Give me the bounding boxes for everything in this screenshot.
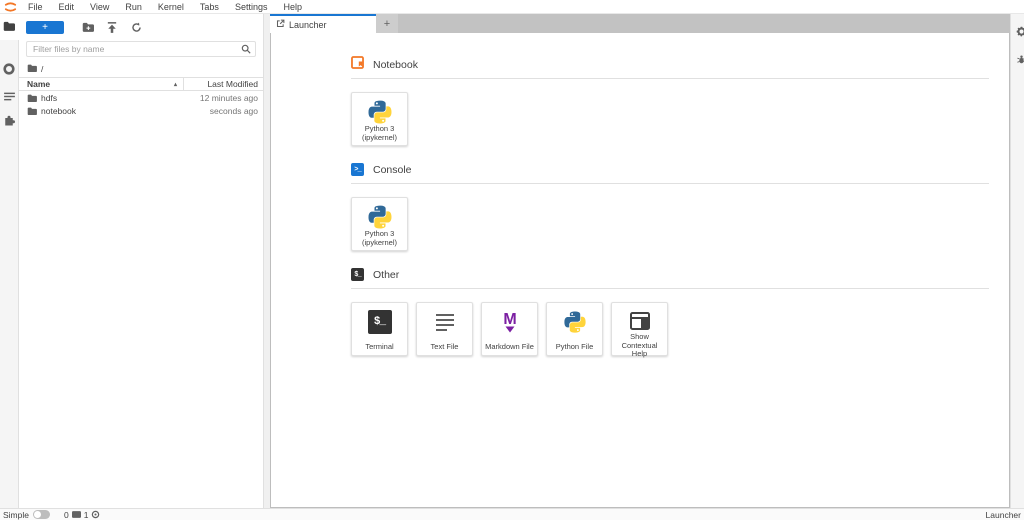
menu-item-view[interactable]: View [82, 0, 117, 14]
launcher-tab-icon [276, 19, 285, 30]
column-header-name[interactable]: Name ▴ [19, 79, 183, 89]
tab-label: Launcher [289, 20, 327, 30]
new-folder-icon[interactable] [76, 22, 100, 32]
file-list-header: Name ▴ Last Modified [19, 77, 263, 91]
home-folder-icon [27, 64, 37, 74]
jupyterlab-window: File Edit View Run Kernel Tabs Settings … [0, 0, 1024, 520]
search-icon [241, 44, 251, 56]
menu-bar: File Edit View Run Kernel Tabs Settings … [0, 0, 1024, 14]
simple-mode-label: Simple [3, 510, 29, 520]
section-divider [351, 183, 989, 184]
right-activity-bar [1010, 14, 1024, 508]
new-launcher-button[interactable]: + [26, 21, 64, 34]
sidebar-tab-file-browser[interactable] [0, 14, 19, 40]
launcher-card-markdown-file[interactable]: M Markdown File [481, 302, 538, 356]
launcher-card-terminal[interactable]: $_ Terminal [351, 302, 408, 356]
sort-ascending-icon: ▴ [174, 81, 177, 88]
launcher-body: Notebook Python 3 (ipykernel) [270, 33, 1010, 508]
section-divider [351, 288, 989, 289]
file-browser-panel: + / [19, 14, 264, 508]
menu-item-tabs[interactable]: Tabs [192, 0, 227, 14]
section-title-notebook: Notebook [373, 59, 418, 71]
file-name: notebook [41, 106, 76, 116]
python-logo-icon [563, 309, 587, 335]
file-browser-toolbar: + [19, 14, 263, 40]
section-divider [351, 78, 989, 79]
table-of-contents-icon [4, 88, 15, 106]
launcher-section-console: >_ Console Python 3 (ipyke [351, 162, 989, 251]
launcher-card-text-file[interactable]: Text File [416, 302, 473, 356]
menu-item-run[interactable]: Run [117, 0, 150, 14]
left-activity-bar [0, 14, 19, 508]
launcher-card-show-contextual-help[interactable]: Show Contextual Help [611, 302, 668, 356]
breadcrumb-root: / [41, 64, 43, 74]
card-label: Text File [431, 343, 459, 352]
markdown-icon: M [498, 309, 522, 335]
terminal-mini-icon [72, 511, 81, 518]
launcher-card-console-python3[interactable]: Python 3 (ipykernel) [351, 197, 408, 251]
card-label: Python File [556, 343, 594, 352]
console-icon: >_ [351, 163, 364, 176]
property-inspector-gear-icon[interactable] [1016, 24, 1024, 42]
upload-icon[interactable] [100, 22, 124, 33]
card-label: Markdown File [485, 343, 534, 352]
launcher-section-notebook: Notebook Python 3 (ipykernel) [351, 57, 989, 146]
folder-icon [27, 94, 37, 102]
menu-item-edit[interactable]: Edit [51, 0, 83, 14]
sidebar-tab-table-of-contents[interactable] [0, 84, 19, 110]
section-title-other: Other [373, 269, 399, 281]
sidebar-tab-extension-manager[interactable] [0, 110, 19, 136]
menu-item-settings[interactable]: Settings [227, 0, 276, 14]
running-sessions-icon [3, 62, 15, 80]
main-area: + / [0, 14, 1024, 508]
menu-item-help[interactable]: Help [275, 0, 310, 14]
folder-icon [3, 18, 15, 36]
terminal-count: 0 [64, 510, 69, 520]
contextual-help-icon [628, 309, 652, 333]
folder-icon [27, 107, 37, 115]
card-label: Terminal [365, 343, 393, 352]
card-label: Python 3 (ipykernel) [362, 125, 397, 142]
menu-item-kernel[interactable]: Kernel [150, 0, 192, 14]
dock-panel: Launcher + Notebook [270, 14, 1010, 508]
card-label: Show Contextual Help [614, 333, 665, 359]
terminal-icon: $_ [351, 268, 364, 281]
filter-files-input[interactable] [26, 41, 256, 57]
breadcrumb[interactable]: / [19, 61, 263, 77]
column-header-last-modified[interactable]: Last Modified [183, 78, 263, 91]
python-logo-icon [367, 204, 393, 230]
refresh-icon[interactable] [124, 22, 148, 33]
debugger-bug-icon[interactable] [1016, 52, 1024, 70]
jupyter-logo-icon [0, 1, 20, 13]
kernel-circle-icon [91, 510, 100, 519]
session-counts[interactable]: 0 1 [64, 510, 100, 520]
toggle-knob [34, 511, 41, 518]
svg-text:M: M [503, 311, 516, 328]
kernel-count: 1 [84, 510, 89, 520]
text-file-icon [433, 309, 457, 335]
launcher-card-notebook-python3[interactable]: Python 3 (ipykernel) [351, 92, 408, 146]
file-row-notebook[interactable]: notebook seconds ago [19, 104, 263, 117]
file-row-hdfs[interactable]: hdfs 12 minutes ago [19, 91, 263, 104]
current-activity-label: Launcher [986, 510, 1021, 520]
sidebar-tab-running-sessions[interactable] [0, 58, 19, 84]
menu-item-file[interactable]: File [20, 0, 51, 14]
tab-launcher[interactable]: Launcher [270, 14, 376, 33]
terminal-icon: $_ [368, 310, 392, 334]
launcher-card-python-file[interactable]: Python File [546, 302, 603, 356]
file-modified: 12 minutes ago [179, 93, 263, 103]
simple-mode-toggle[interactable] [33, 510, 50, 519]
tab-bar: Launcher + [270, 14, 1010, 33]
card-label: Python 3 (ipykernel) [362, 230, 397, 247]
python-logo-icon [367, 99, 393, 125]
notebook-icon [351, 56, 364, 74]
section-title-console: Console [373, 164, 412, 176]
launcher-section-other: $_ Other $_ Terminal [351, 267, 989, 356]
file-name: hdfs [41, 93, 57, 103]
status-bar: Simple 0 1 Launcher [0, 508, 1024, 520]
filter-files-wrap [26, 41, 256, 57]
puzzle-extension-icon [3, 114, 15, 132]
new-tab-button[interactable]: + [376, 14, 398, 33]
file-modified: seconds ago [179, 106, 263, 116]
